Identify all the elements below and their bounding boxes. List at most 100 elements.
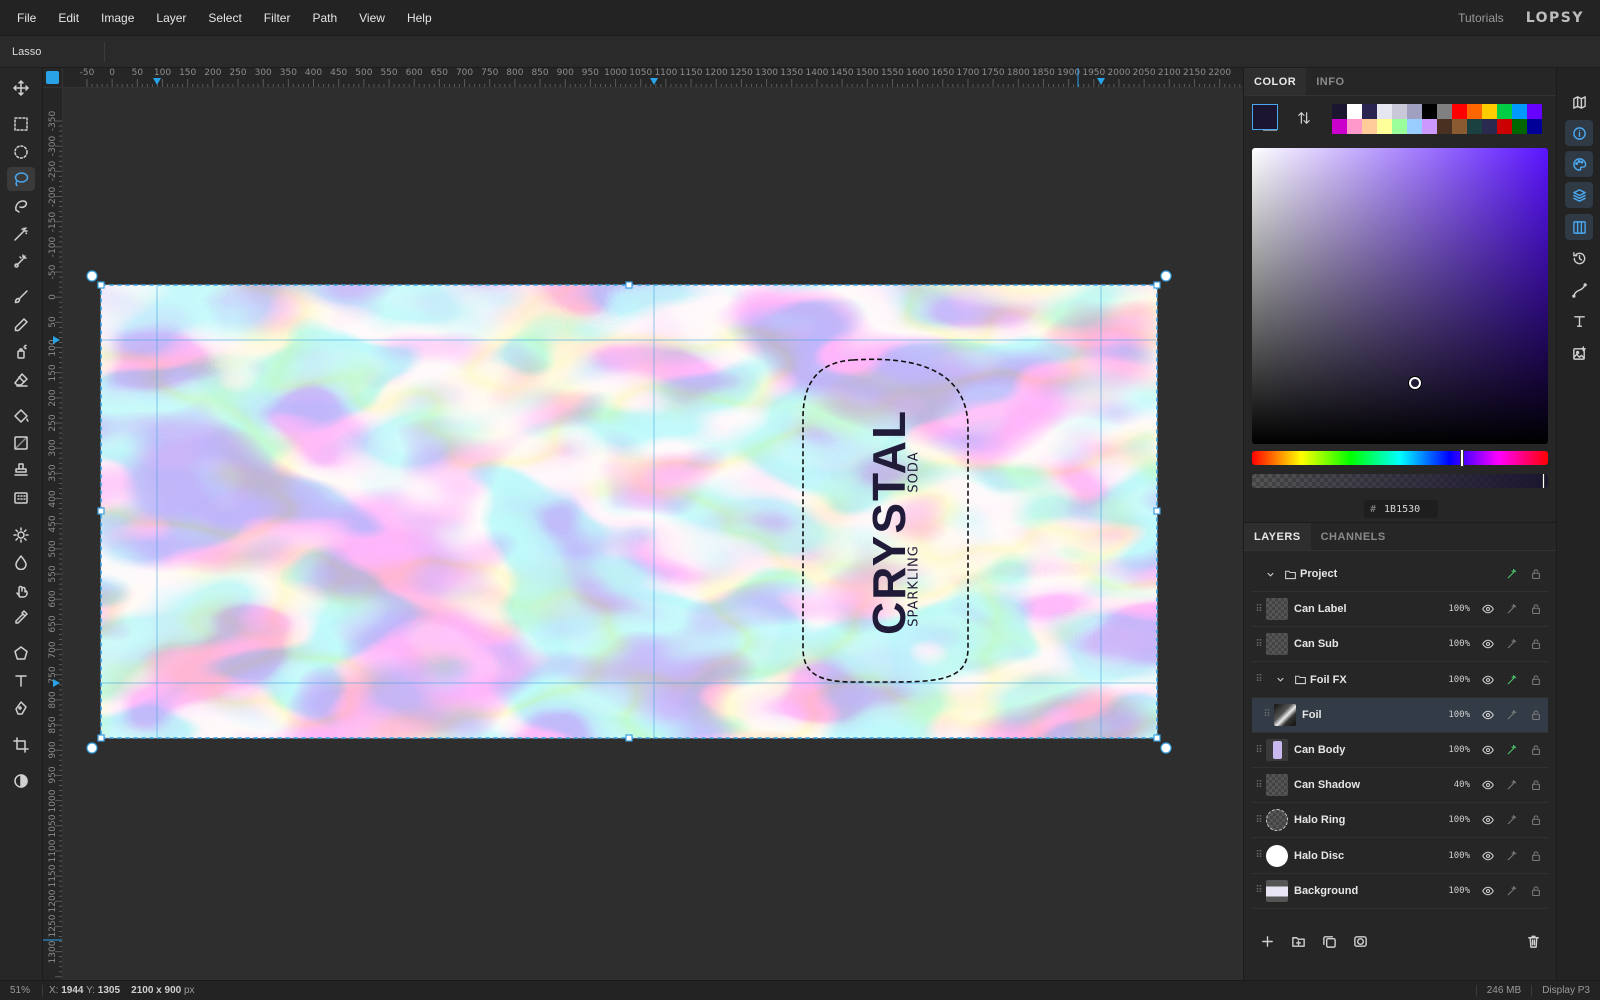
layer-group-row[interactable]: Project [1252, 557, 1548, 592]
visibility-toggle[interactable] [1476, 775, 1500, 795]
history-panel-button[interactable] [1565, 245, 1593, 271]
edge-handle-corner-br[interactable] [1153, 734, 1161, 742]
layer-name[interactable]: Can Label [1294, 603, 1436, 615]
layer-name[interactable]: Can Body [1294, 744, 1436, 756]
stamp-tool[interactable] [7, 458, 35, 482]
foreground-color-swatch[interactable] [1252, 104, 1278, 130]
edge-handle-corner-tl[interactable] [97, 281, 105, 289]
palette-swatch[interactable] [1392, 119, 1407, 134]
canvas-area[interactable]: CRYSTAL SPARKLING SODA [63, 88, 1243, 980]
palette-swatch[interactable] [1332, 104, 1347, 119]
layer-row[interactable]: ⠿ Foil 100% [1252, 697, 1548, 733]
palette-swatch[interactable] [1377, 104, 1392, 119]
drag-handle-icon[interactable]: ⠿ [1252, 815, 1266, 826]
layer-opacity[interactable]: 100% [1436, 604, 1470, 614]
layer-opacity[interactable]: 100% [1436, 639, 1470, 649]
palette-swatch[interactable] [1452, 104, 1467, 119]
group-toggle[interactable] [1260, 569, 1280, 580]
palette-swatch[interactable] [1362, 104, 1377, 119]
lock-toggle[interactable] [1524, 740, 1548, 760]
layer-opacity[interactable]: 100% [1436, 710, 1470, 720]
corner-handle-top-left[interactable] [86, 270, 98, 282]
text-tool[interactable] [7, 669, 35, 693]
layer-name[interactable]: Can Shadow [1294, 779, 1436, 791]
layer-name[interactable]: Can Sub [1294, 638, 1436, 650]
drag-handle-icon[interactable]: ⠿ [1252, 639, 1266, 650]
type-panel-button[interactable] [1565, 308, 1593, 334]
smudge-tool[interactable] [7, 578, 35, 602]
group-toggle[interactable] [1270, 674, 1290, 685]
effects-toggle[interactable] [1500, 599, 1524, 619]
saturation-value-picker[interactable] [1252, 148, 1548, 444]
drag-handle-icon[interactable]: ⠿ [1252, 674, 1266, 685]
hue-slider[interactable] [1252, 449, 1548, 467]
edge-handle-right[interactable] [1153, 507, 1161, 515]
menu-file[interactable]: File [6, 0, 47, 35]
layer-name[interactable]: Background [1294, 885, 1436, 897]
hex-color-field[interactable]: # 1B1530 [1364, 500, 1438, 518]
palette-panel-button[interactable] [1565, 151, 1593, 177]
ellipse-select-tool[interactable] [7, 140, 35, 164]
lock-toggle[interactable] [1524, 846, 1548, 866]
palette-swatch[interactable] [1467, 119, 1482, 134]
brand-sub-left[interactable]: SPARKLING [907, 545, 922, 627]
effects-toggle[interactable] [1500, 740, 1524, 760]
gradient-tool[interactable] [7, 431, 35, 455]
tutorials-link[interactable]: Tutorials [1458, 11, 1504, 25]
ruler-origin[interactable] [43, 68, 63, 88]
info-panel-button[interactable] [1565, 120, 1593, 146]
lock-toggle[interactable] [1524, 670, 1548, 690]
layer-opacity[interactable]: 100% [1436, 745, 1470, 755]
pencil-tool[interactable] [7, 313, 35, 337]
palette-swatch[interactable] [1407, 104, 1422, 119]
layer-opacity[interactable]: 100% [1436, 851, 1470, 861]
effects-toggle[interactable] [1500, 564, 1524, 584]
palette-swatch[interactable] [1347, 104, 1362, 119]
color-profile[interactable]: Display P3 [1531, 985, 1600, 996]
layer-row[interactable]: ⠿ Background 100% [1252, 874, 1548, 909]
crop-tool[interactable] [7, 733, 35, 757]
map-panel-button[interactable] [1565, 89, 1593, 115]
palette-swatch[interactable] [1362, 119, 1377, 134]
image-add-panel-button[interactable] [1565, 340, 1593, 366]
palette-swatch[interactable] [1527, 104, 1542, 119]
visibility-toggle[interactable] [1476, 705, 1500, 725]
magic-wand-tool[interactable] [7, 222, 35, 246]
hex-value[interactable]: 1B1530 [1384, 504, 1420, 515]
visibility-toggle[interactable] [1476, 670, 1500, 690]
drag-handle-icon[interactable]: ⠿ [1252, 604, 1266, 615]
columns-panel-button[interactable] [1565, 214, 1593, 240]
rect-select-tool[interactable] [7, 112, 35, 136]
visibility-toggle[interactable] [1476, 564, 1500, 584]
palette-swatch[interactable] [1407, 119, 1422, 134]
pen-tool[interactable] [7, 696, 35, 720]
edge-handle-corner-tr[interactable] [1153, 281, 1161, 289]
visibility-toggle[interactable] [1476, 846, 1500, 866]
palette-swatch[interactable] [1512, 104, 1527, 119]
lock-toggle[interactable] [1524, 810, 1548, 830]
curve-panel-button[interactable] [1565, 277, 1593, 303]
contrast-tool[interactable] [7, 769, 35, 793]
move-tool[interactable] [7, 76, 35, 100]
layer-row[interactable]: ⠿ Halo Ring 100% [1252, 803, 1548, 839]
lasso-tool[interactable] [7, 167, 35, 191]
drag-handle-icon[interactable]: ⠿ [1252, 745, 1266, 756]
lock-toggle[interactable] [1524, 564, 1548, 584]
palette-swatch[interactable] [1527, 119, 1542, 134]
foil-layer[interactable] [101, 285, 1157, 738]
menu-select[interactable]: Select [197, 0, 252, 35]
edge-handle-top[interactable] [625, 281, 633, 289]
visibility-toggle[interactable] [1476, 634, 1500, 654]
fill-bucket-tool[interactable] [7, 404, 35, 428]
layer-opacity[interactable]: 100% [1436, 886, 1470, 896]
palette-swatch[interactable] [1497, 119, 1512, 134]
lock-toggle[interactable] [1524, 881, 1548, 901]
effects-toggle[interactable] [1500, 881, 1524, 901]
layer-name[interactable]: Halo Ring [1294, 814, 1436, 826]
visibility-toggle[interactable] [1476, 881, 1500, 901]
menu-filter[interactable]: Filter [253, 0, 302, 35]
layer-group-row[interactable]: ⠿ Foil FX 100% [1252, 663, 1548, 698]
hue-slider-thumb[interactable] [1460, 449, 1464, 467]
tab-layers[interactable]: LAYERS [1244, 523, 1311, 550]
add-layer-icon[interactable] [1260, 934, 1275, 952]
